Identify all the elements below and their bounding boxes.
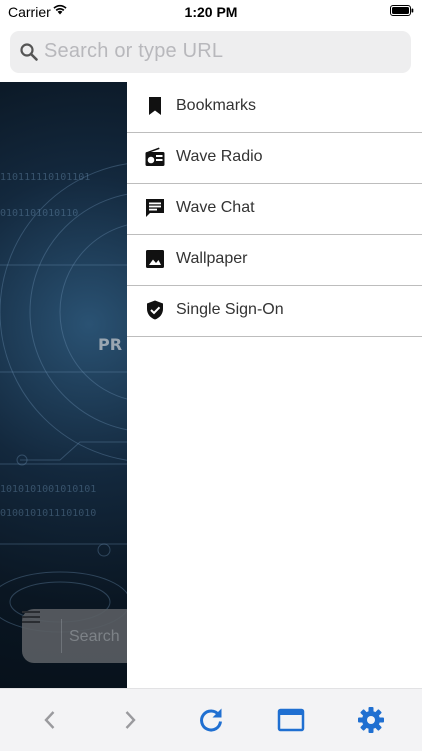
menu-item-wave-chat[interactable]: Wave Chat <box>127 184 422 235</box>
image-icon <box>146 250 164 268</box>
svg-text:0101101010110: 0101101010110 <box>0 208 78 219</box>
battery-icon <box>390 5 414 16</box>
menu-item-label: Wallpaper <box>176 250 248 267</box>
url-input[interactable]: Search or type URL <box>44 40 223 63</box>
reload-button[interactable] <box>196 705 226 735</box>
menu-item-label: Single Sign-On <box>176 301 284 318</box>
page-search-input[interactable]: Search <box>69 628 120 646</box>
bottom-toolbar <box>0 688 422 751</box>
settings-button[interactable] <box>356 705 386 735</box>
status-bar: Carrier 1:20 PM <box>0 0 422 24</box>
menu-item-label: Wave Chat <box>176 199 255 216</box>
pr-fragment: PR <box>98 335 122 354</box>
tech-wallpaper-graphic: 110111110101101 0101101010110 1010101001… <box>0 163 127 633</box>
shield-icon <box>147 300 163 320</box>
background-page: 110111110101101 0101101010110 1010101001… <box>0 82 127 688</box>
forward-icon <box>125 711 136 729</box>
svg-text:0100101011101010: 0100101011101010 <box>0 508 96 519</box>
back-icon <box>44 711 55 729</box>
bookmark-icon <box>149 97 161 115</box>
menu-item-wave-radio[interactable]: Wave Radio <box>127 133 422 184</box>
menu-item-single-sign-on[interactable]: Single Sign-On <box>127 286 422 337</box>
clock: 1:20 PM <box>184 4 238 20</box>
reload-icon <box>200 708 222 732</box>
back-button[interactable] <box>35 705 65 735</box>
search-icon <box>20 43 38 61</box>
menu-item-label: Wave Radio <box>176 148 263 165</box>
menu-item-bookmarks[interactable]: Bookmarks <box>127 82 422 133</box>
tabs-button[interactable] <box>276 705 306 735</box>
menu-item-wallpaper[interactable]: Wallpaper <box>127 235 422 286</box>
menu-item-label: Bookmarks <box>176 97 257 114</box>
settings-icon <box>358 707 384 733</box>
url-bar[interactable]: Search or type URL <box>10 31 411 73</box>
forward-button[interactable] <box>115 705 145 735</box>
svg-text:110111110101101: 110111110101101 <box>0 172 90 183</box>
radio-icon <box>145 147 165 166</box>
menu-icon[interactable] <box>22 609 40 625</box>
side-menu: Bookmarks Wave Radio Wave Chat Wallpaper <box>127 82 422 688</box>
tabs-icon <box>277 708 305 732</box>
svg-text:1010101001010101: 1010101001010101 <box>0 484 96 495</box>
page-search-bar[interactable]: Search <box>22 609 127 663</box>
chat-icon <box>146 199 164 217</box>
divider <box>61 619 62 653</box>
